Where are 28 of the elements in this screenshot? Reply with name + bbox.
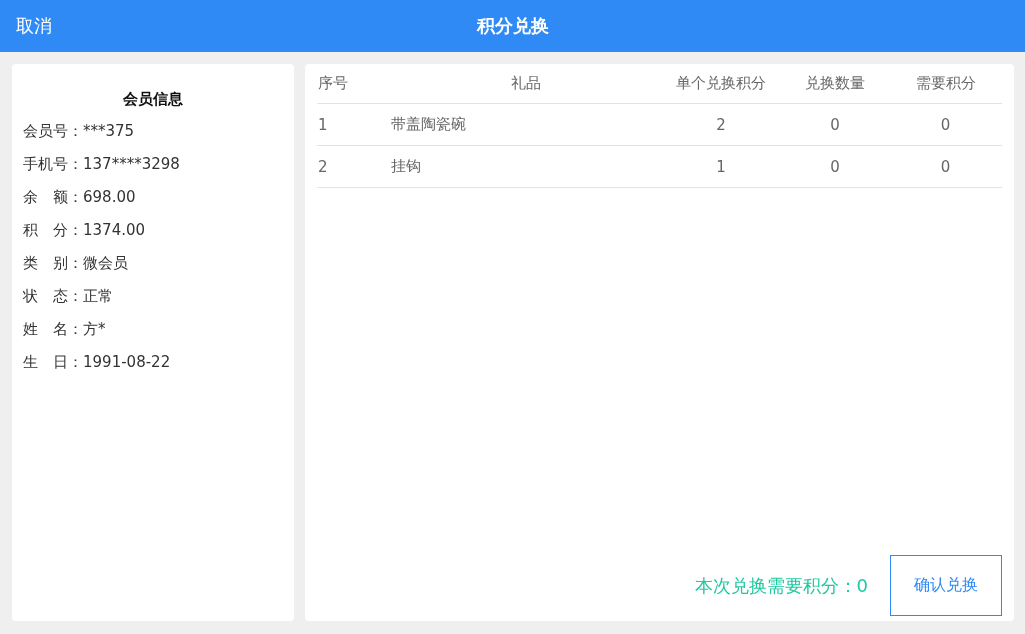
member-info-line: 会员号：***375: [23, 121, 136, 142]
cancel-button[interactable]: 取消: [14, 12, 54, 40]
table-cell-text: 2: [715, 115, 727, 134]
page-title: 积分兑换: [476, 14, 549, 38]
column-header: 单个兑换积分: [675, 74, 767, 93]
table-cell-text: 1: [715, 157, 727, 176]
table-cell-text: 挂钩: [391, 157, 422, 176]
table-cell-text: 2: [317, 157, 329, 176]
member-info-line: 生 日：1991-08-22: [23, 352, 172, 373]
table-cell-text: 1: [317, 115, 329, 134]
table-cell-text: 0: [939, 115, 952, 134]
member-info-line: 余 额：698.00: [23, 187, 137, 208]
confirm-button[interactable]: 确认兑换: [890, 555, 1002, 616]
column-header: 兑换数量: [804, 74, 866, 93]
member-info-line: 手机号：137****3298: [23, 154, 181, 175]
column-header: 序号: [317, 74, 349, 93]
panel-title: 会员信息: [122, 90, 184, 109]
column-header: 礼品: [510, 74, 542, 93]
total-points-text: 本次兑换需要积分：0: [694, 573, 868, 598]
column-header: 需要积分: [914, 74, 977, 93]
member-info-line: 积 分：1374.00: [23, 220, 147, 241]
member-info-line: 类 别：微会员: [23, 253, 129, 274]
member-info-line: 姓 名：方*: [23, 319, 107, 340]
table-cell-text: 0: [829, 157, 841, 176]
member-info-line: 状 态：正常: [23, 286, 114, 307]
table-cell-text: 0: [829, 115, 841, 134]
table-cell-text: 带盖陶瓷碗: [391, 115, 467, 134]
table-cell-text: 0: [939, 157, 952, 176]
